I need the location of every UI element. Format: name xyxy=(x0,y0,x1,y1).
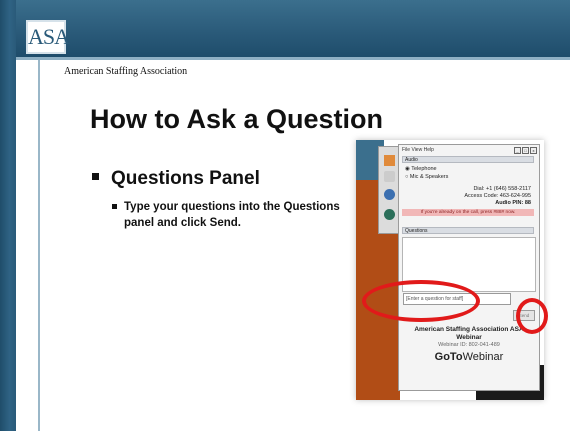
bullet-square-small-icon xyxy=(112,204,117,209)
radio-mic-speakers-label: Mic & Speakers xyxy=(409,174,449,180)
close-icon[interactable]: x xyxy=(530,147,537,154)
call-notice: If you're already on the call, press #88… xyxy=(402,209,534,216)
header-band xyxy=(0,0,570,60)
slide-title: How to Ask a Question xyxy=(90,104,384,134)
organization-name: American Staffing Association xyxy=(64,66,188,77)
radio-telephone-label: Telephone xyxy=(411,166,437,172)
audio-section-header[interactable]: Audio xyxy=(402,156,534,163)
minimize-icon[interactable]: _ xyxy=(514,147,521,154)
bullet-sub: Type your questions into the Questions p… xyxy=(112,199,354,231)
gotowebinar-logo: GoToWebinar xyxy=(405,351,533,363)
highlight-send-button xyxy=(516,298,548,334)
bullet-sub-text: Type your questions into the Questions p… xyxy=(124,201,340,229)
asa-logo: ASA xyxy=(26,20,70,54)
dial-info: Dial: +1 (646) 558-2117 Access Code: 463… xyxy=(459,186,531,207)
gotowebinar-panel: File View Help _ □ x Audio ◉ Telephone ○ M… xyxy=(398,144,540,391)
dial-number: Dial: +1 (646) 558-2117 xyxy=(473,186,531,192)
bullet-main: Questions Panel xyxy=(92,168,260,190)
slide: ASA American Staffing Association How to… xyxy=(0,0,570,431)
highlight-question-input xyxy=(362,280,480,322)
bullet-square-icon xyxy=(92,173,99,180)
audio-pin: Audio PIN: 88 xyxy=(495,200,531,206)
radio-telephone[interactable]: ◉ Telephone xyxy=(405,166,437,172)
panel-toggle-icon[interactable] xyxy=(384,155,395,166)
webinar-id: Webinar ID: 802-041-489 xyxy=(438,342,500,348)
questions-section-header[interactable]: Questions xyxy=(402,227,534,234)
left-bar xyxy=(0,0,16,431)
brand-webinar: Webinar xyxy=(462,351,504,363)
maximize-icon[interactable]: □ xyxy=(522,147,529,154)
webinar-title: American Staffing Association ASA Webina… xyxy=(414,326,524,341)
brand-go: GoTo xyxy=(434,351,463,363)
radio-mic-speakers[interactable]: ○ Mic & Speakers xyxy=(405,174,448,180)
bullet-main-text: Questions Panel xyxy=(111,168,260,189)
mic-icon[interactable] xyxy=(384,189,395,200)
panel-menu[interactable]: File View Help xyxy=(402,147,434,153)
access-code: Access Code: 463-624-995 xyxy=(464,193,531,199)
left-divider-line xyxy=(38,60,40,431)
hand-raise-icon[interactable] xyxy=(384,209,395,220)
screen-icon[interactable] xyxy=(384,171,395,182)
window-buttons: _ □ x xyxy=(513,147,537,154)
